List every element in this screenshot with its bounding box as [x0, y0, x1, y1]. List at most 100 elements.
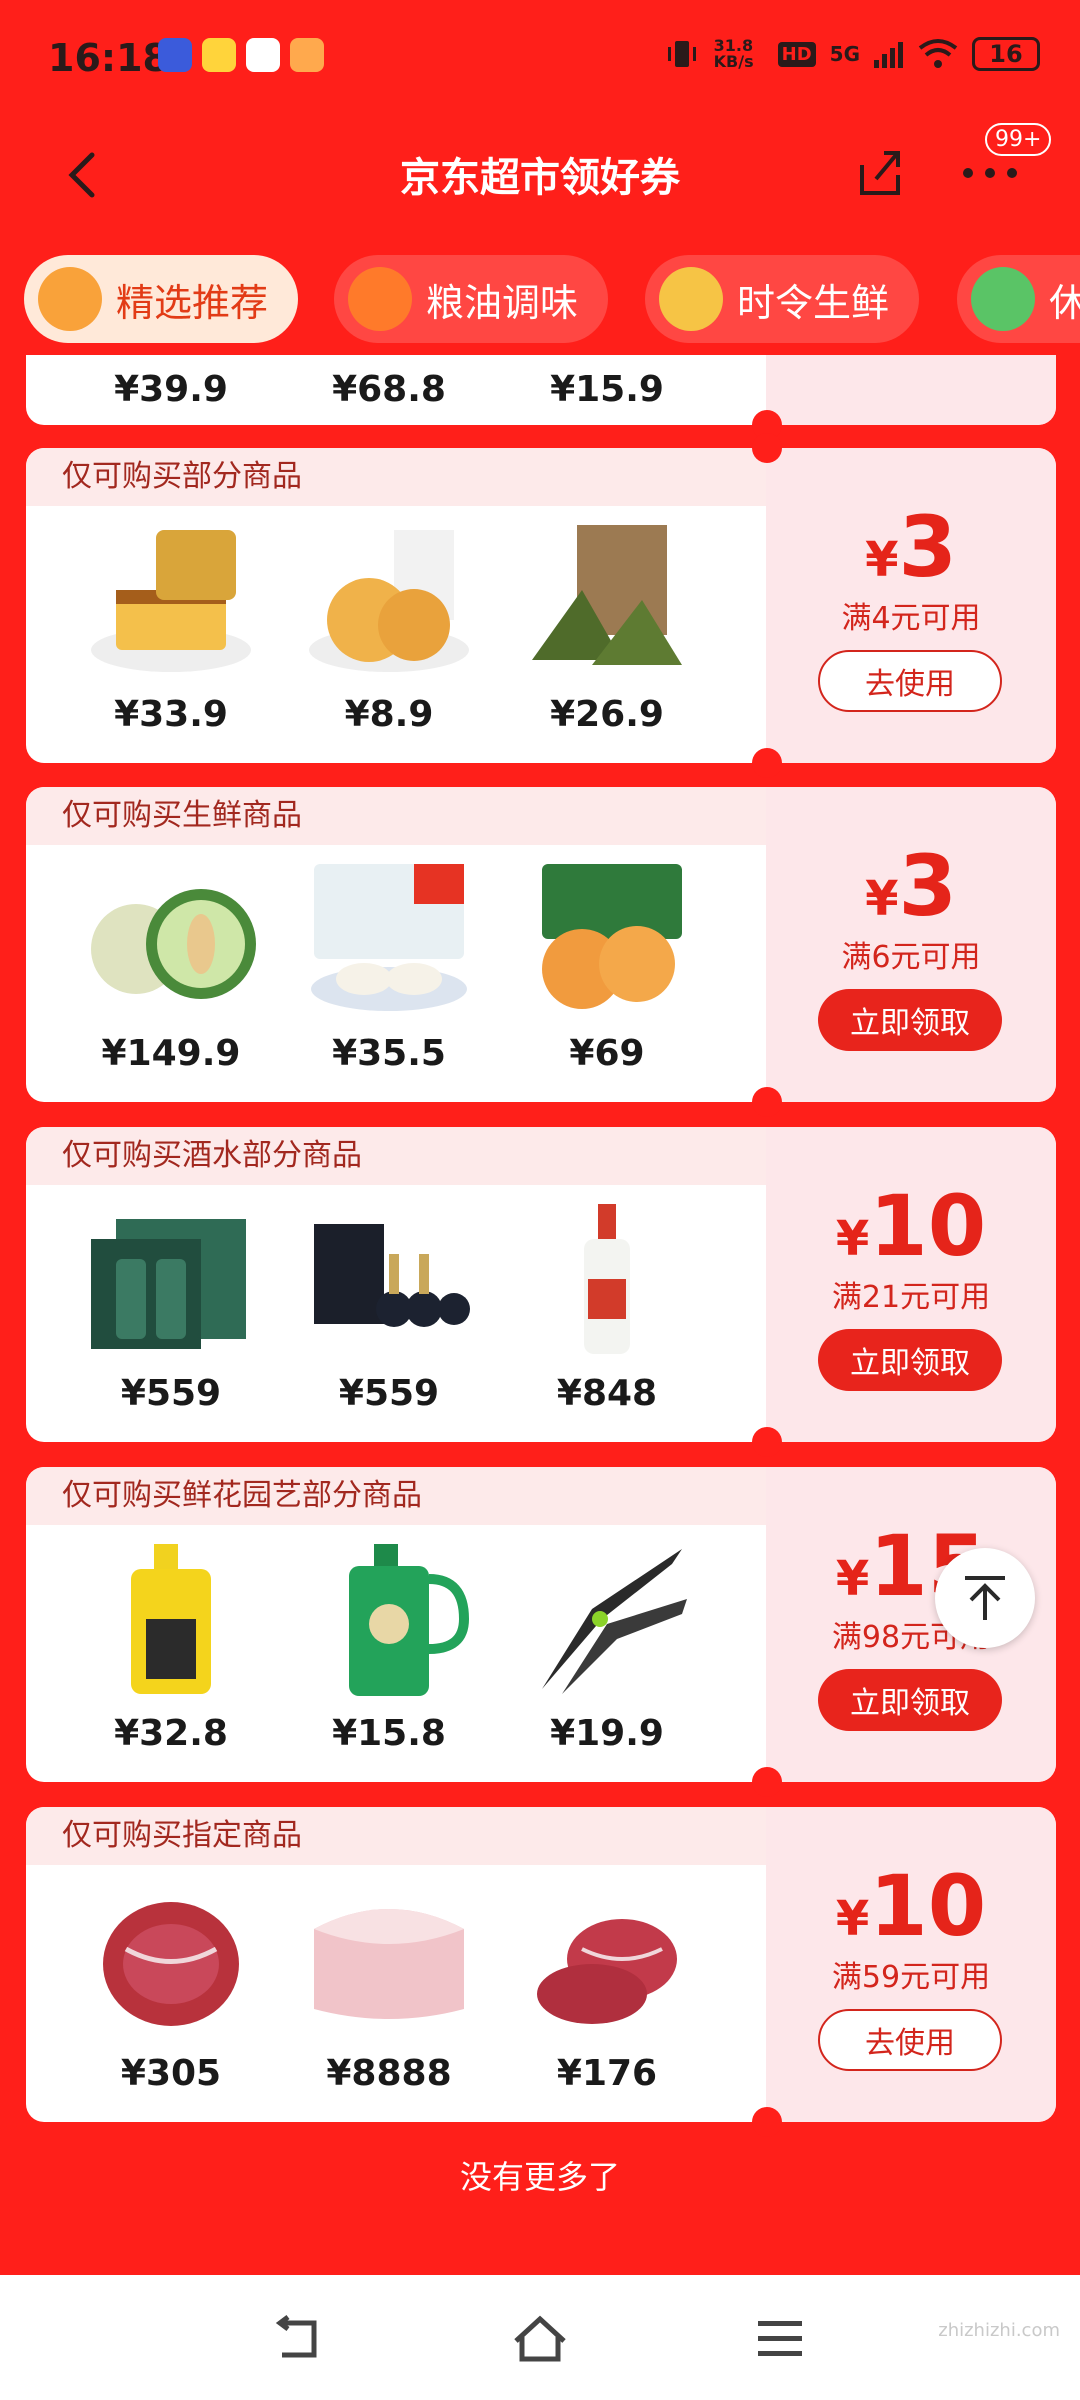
coupon-threshold: 满4元可用 [841, 601, 981, 636]
coupon-condition: 仅可购买部分商品 [26, 448, 766, 506]
claim-coupon-button[interactable]: 立即领取 [818, 989, 1002, 1051]
yen-symbol: ¥ [865, 871, 899, 927]
ticket-notch [752, 2107, 782, 2137]
product-item[interactable]: ¥176 [498, 1879, 716, 2094]
use-coupon-button[interactable]: 去使用 [818, 650, 1002, 712]
beef-slices-image [537, 1919, 677, 2024]
message-count-badge: 99+ [985, 123, 1052, 156]
liquor-gift-box-image [91, 1219, 246, 1349]
coupon-card: ¥39.9 ¥68.8 ¥15.9 [26, 355, 1056, 425]
product-price: ¥559 [120, 1373, 222, 1414]
product-item[interactable]: ¥8.9 [280, 520, 498, 735]
product-item[interactable]: ¥19.9 [498, 1539, 716, 1754]
sponge-cake-image [91, 530, 251, 672]
status-right: 31.8 KB/s HD 5G 16 [664, 36, 1040, 72]
zongzi-image [532, 525, 682, 665]
product-item[interactable]: ¥559 [62, 1199, 280, 1414]
coupon-card: 仅可购买部分商品 ¥33.9 ¥8.9 ¥26.9 ¥3 满4元可用 去使用 [26, 448, 1056, 763]
category-tabs: 精选推荐 粮油调味 时令生鲜 休 [0, 255, 1080, 355]
product-item[interactable]: ¥39.9 [62, 355, 280, 410]
tab-fresh[interactable]: 时令生鲜 [645, 255, 920, 343]
coupon-products: 仅可购买酒水部分商品 ¥559 ¥559 ¥848 [26, 1127, 766, 1442]
product-row: ¥32.8 ¥15.8 ¥19.9 [26, 1539, 766, 1754]
durian-icon [659, 267, 723, 331]
tab-label: 休 [1049, 280, 1080, 325]
coupon-icon [38, 267, 102, 331]
app-notification-icon [158, 38, 192, 72]
system-nav-bar [0, 2275, 1080, 2400]
baijiu-bottle-image [584, 1204, 630, 1354]
snack-icon [971, 267, 1035, 331]
coupon-card: 仅可购买指定商品 ¥305 ¥8888 ¥176 ¥10 满59元可用 去使用 [26, 1807, 1056, 2122]
tab-label: 时令生鲜 [737, 280, 890, 325]
tab-snacks[interactable]: 休 [957, 255, 1080, 343]
coupon-products: 仅可购买部分商品 ¥33.9 ¥8.9 ¥26.9 [26, 448, 766, 763]
coupon-right-panel: ¥3 满6元可用 立即领取 [766, 787, 1056, 1102]
coupon-amount: ¥3 [766, 837, 1056, 935]
plant-nutrient-bottle-image [349, 1544, 470, 1696]
product-price: ¥176 [556, 2053, 658, 2094]
home-nav-icon[interactable] [512, 2315, 568, 2363]
ticket-notch [752, 1087, 782, 1117]
product-price: ¥15.9 [550, 369, 664, 410]
share-icon[interactable] [852, 145, 908, 201]
coupon-card: 仅可购买鲜花园艺部分商品 ¥32.8 ¥15.8 ¥19.9 ¥15 满98元可… [26, 1467, 1056, 1782]
menu-nav-icon[interactable] [752, 2315, 808, 2363]
product-price: ¥8.9 [344, 694, 434, 735]
product-item[interactable]: ¥559 [280, 1199, 498, 1414]
coupon-right-panel: ¥10 满59元可用 去使用 [766, 1807, 1056, 2122]
wifi-icon [918, 39, 958, 68]
product-item[interactable]: ¥15.9 [498, 355, 716, 410]
claim-coupon-button[interactable]: 立即领取 [818, 1669, 1002, 1731]
app-notification-icon [246, 38, 280, 72]
shrimp-cake-image [542, 864, 682, 1009]
product-price: ¥559 [338, 1373, 440, 1414]
product-item[interactable]: ¥305 [62, 1879, 280, 2094]
signal-label: 5G [829, 42, 860, 66]
product-item[interactable]: ¥32.8 [62, 1539, 280, 1754]
back-nav-icon[interactable] [272, 2315, 328, 2363]
amount-value: 10 [869, 1177, 987, 1275]
back-to-top-button[interactable] [935, 1548, 1035, 1648]
ticket-notch [752, 1427, 782, 1457]
product-price: ¥8888 [326, 2053, 452, 2094]
waffle-image [309, 530, 469, 672]
product-item[interactable]: ¥26.9 [498, 520, 716, 735]
claim-coupon-button[interactable]: 立即领取 [818, 1329, 1002, 1391]
product-row: ¥33.9 ¥8.9 ¥26.9 [26, 520, 766, 735]
ticket-notch [752, 433, 782, 463]
product-price: ¥69 [569, 1033, 645, 1074]
end-of-list-text: 没有更多了 [459, 2158, 620, 2196]
wagyu-block-image [314, 1909, 464, 2019]
tab-grain-oil[interactable]: 粮油调味 [334, 255, 609, 343]
battery-level: 16 [989, 40, 1023, 68]
coupon-products: 仅可购买生鲜商品 ¥149.9 ¥35.5 ¥69 [26, 787, 766, 1102]
arrow-up-icon [965, 1576, 1005, 1620]
hd-badge: HD [777, 41, 816, 67]
product-item[interactable]: ¥149.9 [62, 859, 280, 1074]
product-item[interactable]: ¥8888 [280, 1879, 498, 2094]
product-item[interactable]: ¥848 [498, 1199, 716, 1414]
pruning-shears-image [542, 1549, 687, 1694]
product-row: ¥39.9 ¥68.8 ¥15.9 [26, 355, 766, 410]
use-coupon-button[interactable]: 去使用 [818, 2009, 1002, 2071]
product-item[interactable]: ¥33.9 [62, 520, 280, 735]
product-item[interactable]: ¥15.8 [280, 1539, 498, 1754]
tab-featured[interactable]: 精选推荐 [24, 255, 299, 343]
product-row: ¥149.9 ¥35.5 ¥69 [26, 859, 766, 1074]
coupon-products: ¥39.9 ¥68.8 ¥15.9 [26, 355, 766, 425]
oil-bottle-icon [348, 267, 412, 331]
product-price: ¥68.8 [332, 369, 446, 410]
coupon-products: 仅可购买指定商品 ¥305 ¥8888 ¥176 [26, 1807, 766, 2122]
tab-label: 粮油调味 [426, 280, 579, 325]
coupon-amount: ¥10 [766, 1857, 1056, 1955]
coupon-threshold: 满59元可用 [831, 1960, 991, 1995]
more-icon[interactable] [960, 163, 1020, 183]
yen-symbol: ¥ [835, 1551, 870, 1607]
product-price: ¥33.9 [114, 694, 228, 735]
product-item[interactable]: ¥35.5 [280, 859, 498, 1074]
product-item[interactable]: ¥69 [498, 859, 716, 1074]
beef-steak-image [103, 1902, 239, 2026]
product-item[interactable]: ¥68.8 [280, 355, 498, 410]
product-price: ¥848 [556, 1373, 658, 1414]
